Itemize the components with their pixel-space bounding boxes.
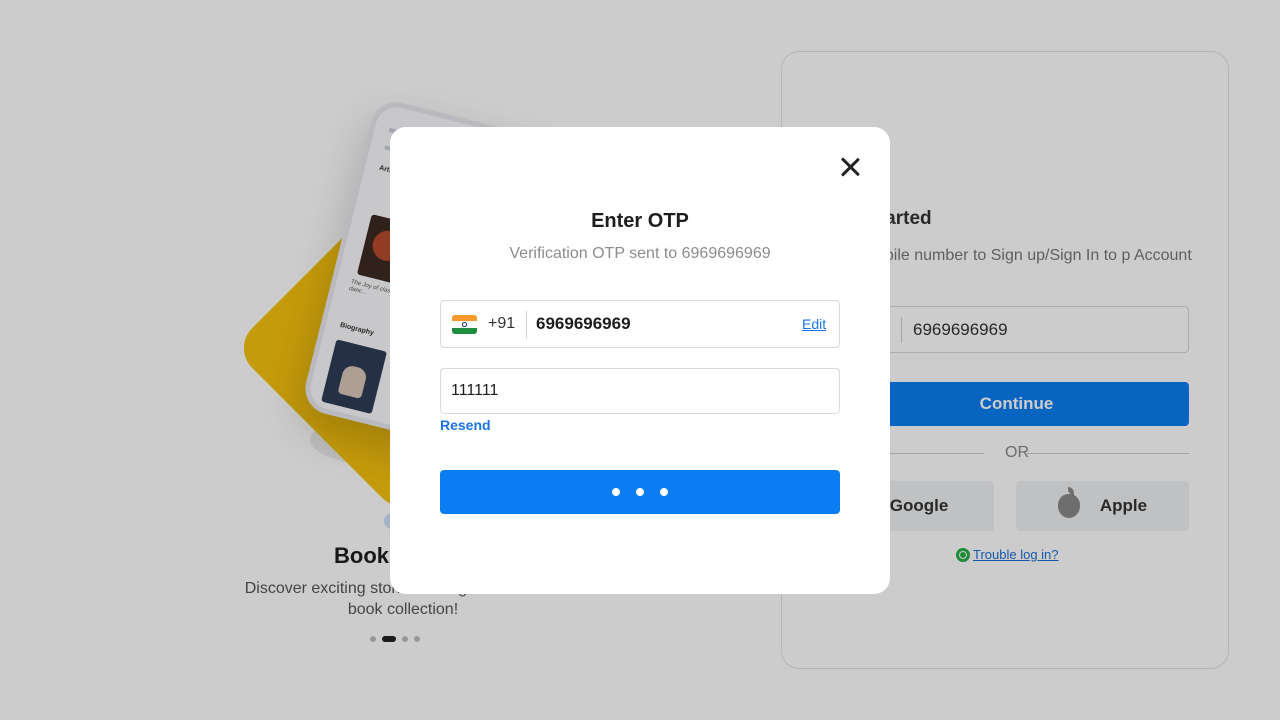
- country-code: +91: [488, 315, 516, 332]
- edit-phone-link[interactable]: Edit: [802, 316, 826, 332]
- loading-dot-icon: [660, 488, 668, 496]
- india-flag-icon: [452, 315, 477, 334]
- loading-dot-icon: [636, 488, 644, 496]
- otp-input[interactable]: [440, 368, 840, 414]
- phone-number-field: +91 6969696969 Edit: [440, 300, 840, 348]
- resend-otp-link[interactable]: Resend: [440, 417, 491, 433]
- loading-dot-icon: [612, 488, 620, 496]
- phone-number-value: 6969696969: [536, 314, 631, 333]
- verify-otp-button[interactable]: [440, 470, 840, 514]
- close-icon[interactable]: [836, 153, 864, 181]
- modal-subtitle: Verification OTP sent to 6969696969: [509, 245, 771, 262]
- modal-title: Enter OTP: [591, 210, 689, 232]
- otp-modal: Enter OTP Verification OTP sent to 69696…: [390, 127, 890, 594]
- field-divider: [526, 311, 527, 338]
